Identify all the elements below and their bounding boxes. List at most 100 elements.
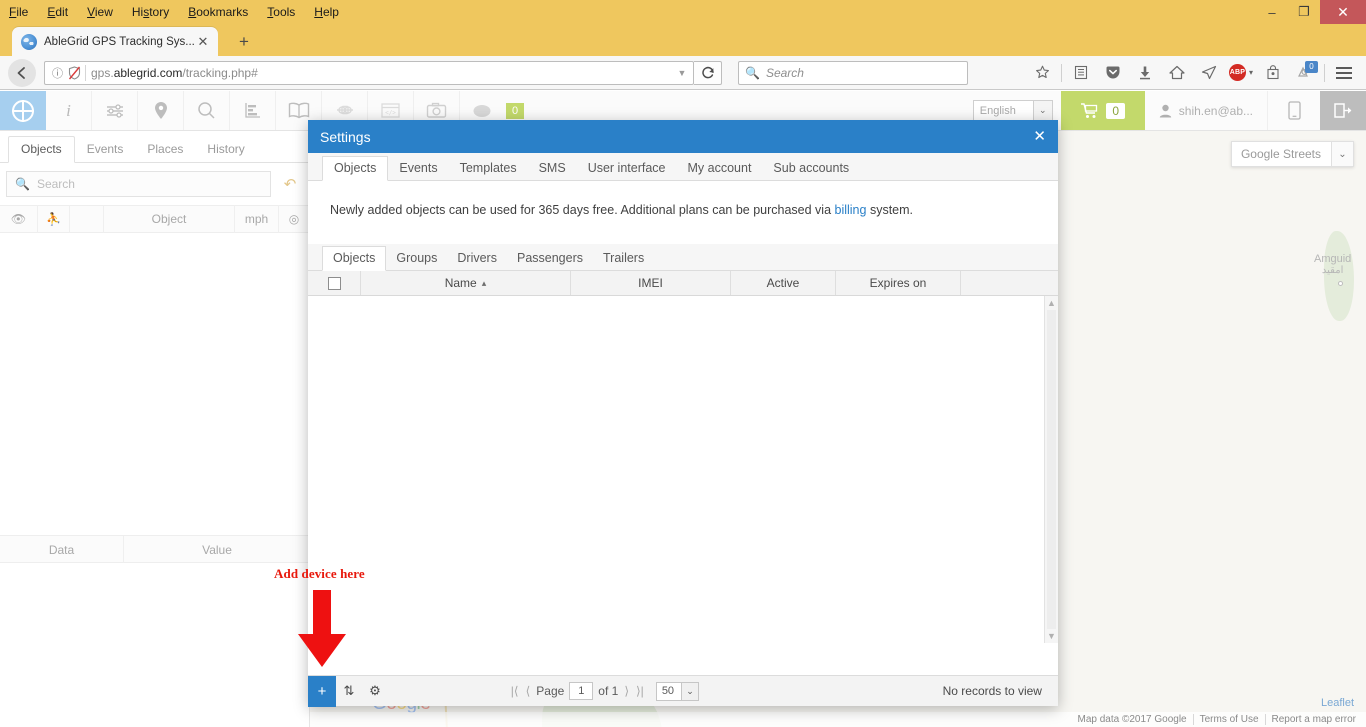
subtab-passengers[interactable]: Passengers	[507, 247, 593, 270]
menu-item-bookmarks[interactable]: Bookmarks	[185, 4, 251, 20]
cart-button[interactable]: 0	[1060, 91, 1145, 130]
refresh-icon[interactable]: ↶	[277, 171, 303, 197]
select-all-checkbox-cell[interactable]	[308, 271, 361, 295]
grid-footer: + ⇅ ⚙ |⟨ ⟨ Page 1 of 1 ⟩ ⟩| 50 ⌄ No reco…	[308, 675, 1058, 707]
visibility-eye-icon[interactable]: 👁	[0, 205, 38, 233]
tab-sub-accounts[interactable]: Sub accounts	[762, 157, 860, 180]
pocket-icon[interactable]	[1097, 58, 1129, 88]
scroll-down-arrow-icon[interactable]: ▼	[1047, 629, 1056, 643]
column-expires-on[interactable]: Expires on	[836, 271, 961, 295]
tab-my-account[interactable]: My account	[677, 157, 763, 180]
account-menu[interactable]: shih.en@ab...	[1145, 91, 1268, 130]
browser-search-box[interactable]: 🔍 Search	[738, 60, 968, 85]
grid-vertical-scrollbar[interactable]: ▲ ▼	[1044, 296, 1058, 643]
chevron-down-icon[interactable]: ⌄	[681, 682, 699, 700]
last-page-button[interactable]: ⟩|	[635, 684, 645, 698]
column-object[interactable]: Object	[104, 205, 235, 233]
screenshot-extension-icon[interactable]: 0	[1289, 58, 1321, 88]
logout-icon[interactable]	[1320, 91, 1366, 130]
sidebar-tab-history[interactable]: History	[195, 137, 256, 162]
page-number-input[interactable]: 1	[569, 682, 594, 700]
follow-icon[interactable]: ⛹	[38, 205, 70, 233]
sidebar-search-input[interactable]: 🔍 Search	[6, 171, 271, 197]
pagination: |⟨ ⟨ Page 1 of 1 ⟩ ⟩| 50 ⌄	[510, 681, 700, 701]
language-select[interactable]: English ⌄	[972, 99, 1053, 122]
language-value: English	[979, 104, 1016, 117]
back-button[interactable]	[8, 58, 36, 87]
signal-icon: ◎	[288, 212, 300, 226]
menu-item-edit[interactable]: Edit	[44, 4, 71, 20]
settings-sliders-icon[interactable]	[92, 91, 138, 130]
address-dropdown-icon[interactable]: ▼	[673, 68, 691, 78]
menu-item-file[interactable]: FFileile	[6, 4, 31, 20]
sidebar-tab-events[interactable]: Events	[75, 137, 136, 162]
column-active[interactable]: Active	[731, 271, 836, 295]
subtab-trailers[interactable]: Trailers	[593, 247, 654, 270]
menu-item-history[interactable]: History	[129, 4, 172, 20]
tab-objects[interactable]: Objects	[322, 156, 389, 181]
browser-toolbar-icons: ABP ▾ 0	[1026, 58, 1366, 88]
reader-library-icon[interactable]	[1065, 58, 1097, 88]
tracking-protection-icon[interactable]	[66, 65, 83, 80]
tab-events[interactable]: Events	[388, 157, 448, 180]
scroll-up-arrow-icon[interactable]: ▲	[1047, 296, 1056, 310]
adblock-plus-icon[interactable]: ABP ▾	[1225, 58, 1257, 88]
column-name[interactable]: Name ▴	[361, 271, 571, 295]
mobile-icon[interactable]	[1268, 91, 1320, 130]
sidebar-tab-objects[interactable]: Objects	[8, 136, 75, 163]
reports-icon[interactable]	[230, 91, 276, 130]
page-size-select[interactable]: 50 ⌄	[655, 681, 700, 701]
sync-icon[interactable]: ⇅	[336, 683, 362, 699]
subtab-groups[interactable]: Groups	[386, 247, 447, 270]
marker-icon[interactable]	[138, 91, 184, 130]
column-actions	[961, 271, 1058, 295]
site-info-icon[interactable]: ⓘ	[49, 65, 66, 81]
minimize-button[interactable]: –	[1256, 0, 1288, 24]
chevron-down-icon[interactable]: ⌄	[1032, 100, 1052, 121]
save-to-pocket-icon[interactable]	[1257, 58, 1289, 88]
column-mph[interactable]: mph	[235, 205, 279, 233]
map-label: Amguid امقيد	[1314, 253, 1352, 276]
bookmark-star-icon[interactable]	[1026, 58, 1058, 88]
menu-item-tools[interactable]: Tools	[264, 4, 298, 20]
menu-icon[interactable]	[1328, 58, 1360, 88]
address-bar[interactable]: ⓘ gps.ablegrid.com/tracking.php# ▼	[44, 60, 694, 85]
reload-button[interactable]	[694, 60, 722, 85]
column-imei[interactable]: IMEI	[571, 271, 731, 295]
grid-header-row: Name ▴ IMEI Active Expires on	[308, 271, 1058, 296]
subtab-objects[interactable]: Objects	[322, 246, 387, 271]
info-icon[interactable]: i	[46, 91, 92, 130]
close-tab-icon[interactable]: ✕	[194, 34, 212, 50]
maximize-button[interactable]: ❐	[1288, 0, 1320, 24]
prev-page-button[interactable]: ⟨	[525, 684, 532, 698]
attribution-terms[interactable]: Terms of Use	[1192, 714, 1265, 725]
tab-sms[interactable]: SMS	[528, 157, 577, 180]
select-all-checkbox[interactable]	[327, 276, 341, 290]
billing-link[interactable]: billing	[835, 203, 867, 217]
adblock-caret-icon[interactable]: ▾	[1249, 68, 1253, 77]
search-icon[interactable]	[184, 91, 230, 130]
attribution-report[interactable]: Report a map error	[1264, 714, 1362, 725]
add-object-button[interactable]: +	[308, 675, 336, 707]
new-tab-button[interactable]: +	[232, 31, 256, 53]
downloads-icon[interactable]	[1129, 58, 1161, 88]
chevron-down-icon[interactable]: ⌄	[1331, 142, 1353, 166]
app-logo-globe-icon[interactable]	[0, 91, 46, 130]
browser-tab[interactable]: AbleGrid GPS Tracking Sys... ✕	[12, 27, 218, 56]
gear-settings-icon[interactable]: ⚙	[362, 683, 388, 699]
first-page-button[interactable]: |⟨	[510, 684, 520, 698]
subtab-drivers[interactable]: Drivers	[447, 247, 507, 270]
map-type-selector[interactable]: Google Streets ⌄	[1230, 141, 1354, 167]
menu-item-help[interactable]: Help	[311, 4, 342, 20]
next-page-button[interactable]: ⟩	[623, 684, 630, 698]
tab-user-interface[interactable]: User interface	[577, 157, 677, 180]
close-dialog-icon[interactable]: ✕	[1033, 129, 1046, 144]
menu-item-view[interactable]: View	[84, 4, 116, 20]
scrollbar-track[interactable]	[1047, 310, 1056, 629]
leaflet-link[interactable]: Leaflet	[1321, 697, 1354, 709]
sidebar-tab-places[interactable]: Places	[135, 137, 195, 162]
tab-templates[interactable]: Templates	[449, 157, 528, 180]
close-window-button[interactable]: ✕	[1320, 0, 1366, 24]
home-icon[interactable]	[1161, 58, 1193, 88]
send-tab-icon[interactable]	[1193, 58, 1225, 88]
